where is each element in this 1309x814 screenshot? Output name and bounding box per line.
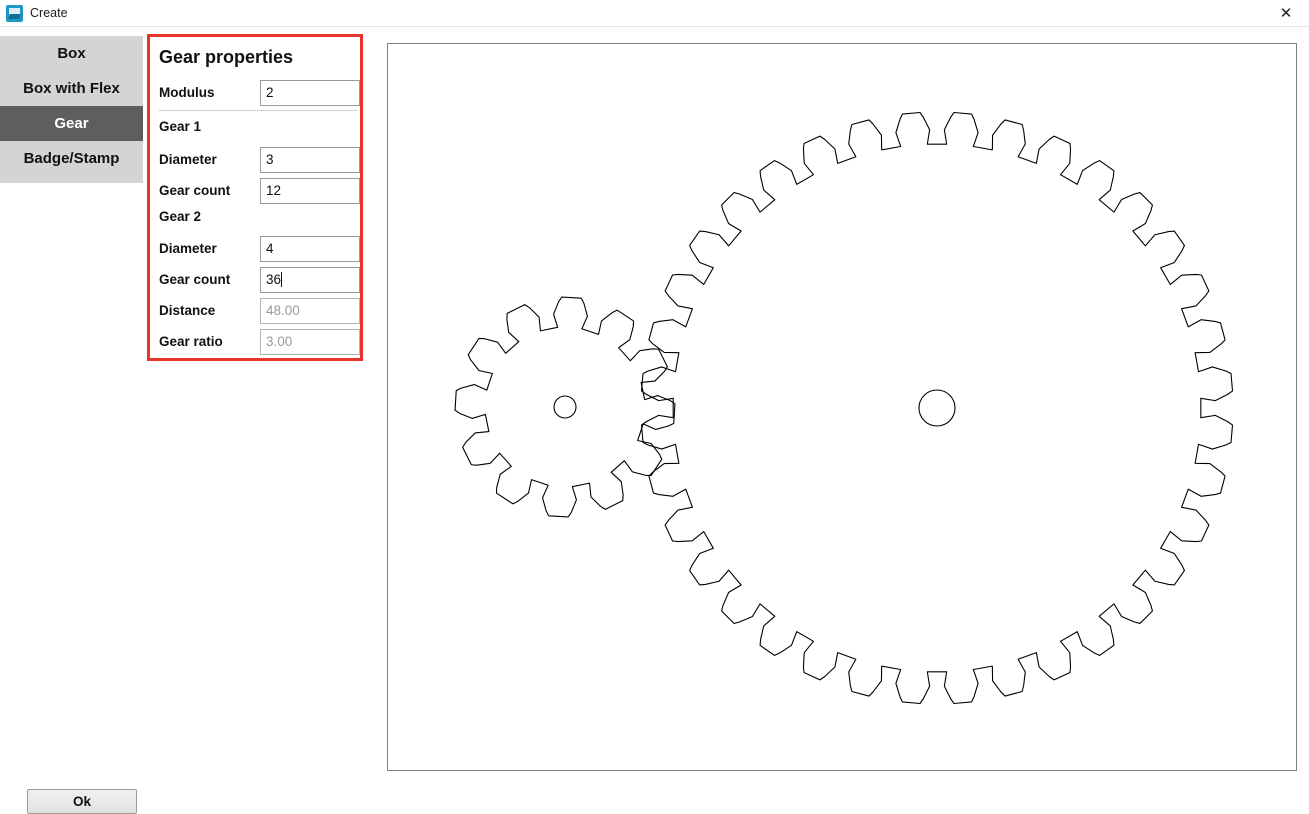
sidebar-item-box[interactable]: Box bbox=[0, 36, 143, 71]
gear1-diameter-label: Diameter bbox=[159, 152, 217, 167]
ok-button[interactable]: Ok bbox=[27, 789, 137, 814]
app-icon-shape-bottom bbox=[8, 14, 21, 19]
text-caret bbox=[281, 272, 283, 287]
gear-ratio-input: 3.00 bbox=[260, 329, 360, 355]
gear1-count-label: Gear count bbox=[159, 183, 231, 198]
field-row-modulus: Modulus 2 bbox=[159, 80, 360, 106]
gear-2-large-outline bbox=[640, 111, 1234, 705]
gear1-count-input[interactable]: 12 bbox=[260, 178, 360, 204]
gear2-count-value: 36 bbox=[266, 272, 282, 287]
gear-1-small-bore bbox=[553, 395, 577, 419]
gear-1-small-outline bbox=[454, 296, 676, 518]
field-row-gear2-diameter: Diameter 4 bbox=[159, 236, 360, 262]
sidebar: Box Box with Flex Gear Badge/Stamp bbox=[0, 36, 143, 183]
sidebar-item-box-with-flex[interactable]: Box with Flex bbox=[0, 71, 143, 106]
section-divider bbox=[159, 110, 357, 111]
gear-ratio-label: Gear ratio bbox=[159, 334, 223, 349]
sidebar-item-badge-stamp[interactable]: Badge/Stamp bbox=[0, 141, 143, 176]
field-row-gear-ratio: Gear ratio 3.00 bbox=[159, 329, 360, 355]
gear-preview-pane[interactable] bbox=[387, 43, 1297, 771]
gear-properties-panel: Gear properties Modulus 2 Gear 1 Diamete… bbox=[147, 34, 363, 361]
gear-1-heading: Gear 1 bbox=[159, 119, 202, 134]
gear2-count-input[interactable]: 36 bbox=[260, 267, 360, 293]
close-icon[interactable]: ✕ bbox=[1263, 0, 1309, 27]
gear2-count-label: Gear count bbox=[159, 272, 231, 287]
app-icon bbox=[6, 5, 23, 22]
gear2-diameter-label: Diameter bbox=[159, 241, 217, 256]
window-title: Create bbox=[30, 6, 68, 20]
field-row-gear1-diameter: Diameter 3 bbox=[159, 147, 360, 173]
field-row-gear2-count: Gear count 36 bbox=[159, 267, 360, 293]
gear-2-large-bore bbox=[918, 389, 956, 427]
panel-title: Gear properties bbox=[159, 47, 294, 67]
title-bar: Create ✕ bbox=[0, 0, 1309, 27]
field-row-distance: Distance 48.00 bbox=[159, 298, 360, 324]
gear2-diameter-input[interactable]: 4 bbox=[260, 236, 360, 262]
gear-preview-canvas bbox=[454, 111, 1234, 705]
gear1-diameter-input[interactable]: 3 bbox=[260, 147, 360, 173]
modulus-input[interactable]: 2 bbox=[260, 80, 360, 106]
sidebar-item-gear[interactable]: Gear bbox=[0, 106, 143, 141]
distance-input: 48.00 bbox=[260, 298, 360, 324]
field-row-gear1-count: Gear count 12 bbox=[159, 178, 360, 204]
gear-2-heading: Gear 2 bbox=[159, 209, 202, 224]
modulus-label: Modulus bbox=[159, 85, 215, 100]
distance-label: Distance bbox=[159, 303, 216, 318]
